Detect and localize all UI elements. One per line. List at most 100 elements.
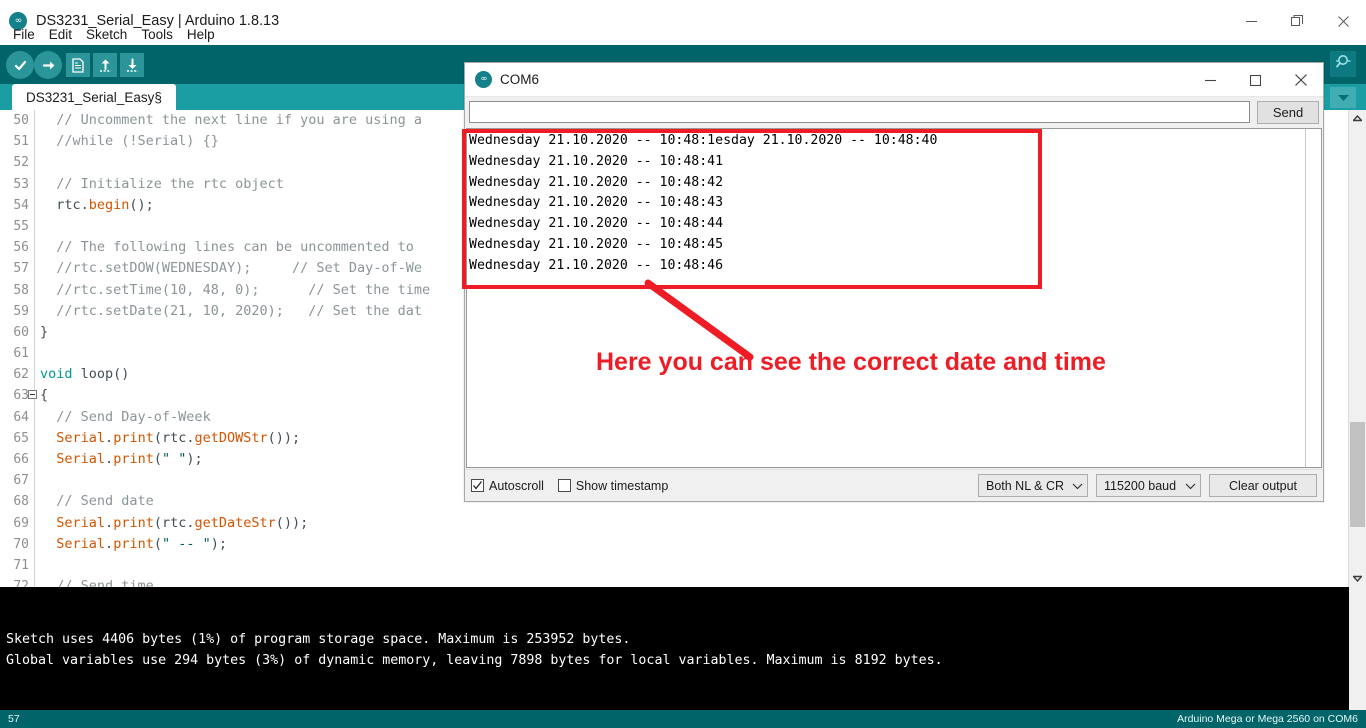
line-number: 66	[13, 452, 29, 467]
serial-monitor-window: ∞ COM6 Send Wednesday 21.10.2020 -- 10:4…	[464, 62, 1324, 502]
menu-tools[interactable]: Tools	[134, 26, 180, 43]
console-output: Sketch uses 4406 bytes (1%) of program s…	[0, 587, 1366, 710]
scrollbar-thumb[interactable]	[1350, 422, 1365, 527]
serial-output-area[interactable]: Wednesday 21.10.2020 -- 10:48:1esday 21.…	[466, 128, 1322, 468]
tab-label: DS3231_Serial_Easy§	[26, 89, 162, 105]
maximize-icon[interactable]	[1233, 63, 1278, 97]
code-text: // Initialize the rtc object	[56, 175, 284, 192]
code-text: // Send Day-of-Week	[56, 408, 211, 425]
line-number: 69	[13, 515, 29, 531]
chevron-down-icon	[1067, 482, 1087, 490]
code-text: Serial.print(rtc.getDateStr());	[56, 514, 309, 531]
tab-ds3231-serial-easy[interactable]: DS3231_Serial_Easy§	[12, 84, 176, 110]
clear-output-button[interactable]: Clear output	[1209, 474, 1317, 497]
code-text: Serial.print(rtc.getDOWStr());	[56, 429, 301, 446]
line-number: 59	[13, 303, 29, 319]
cursor-line-indicator: 57	[8, 713, 20, 725]
send-button[interactable]: Send	[1257, 100, 1319, 124]
line-number: 67	[13, 473, 29, 489]
serial-monitor-footer: Autoscroll Show timestamp Both NL & CR 1…	[465, 469, 1323, 501]
line-number: 72	[13, 579, 29, 587]
line-number: 52	[13, 155, 29, 171]
annotation-text: Here you can see the correct date and ti…	[596, 348, 1106, 376]
chevron-down-icon	[1180, 482, 1200, 490]
line-number: 58	[13, 282, 29, 298]
tab-dropdown-button[interactable]	[1330, 87, 1356, 108]
verify-button[interactable]	[6, 51, 34, 79]
arduino-infinity-icon: ∞	[475, 71, 492, 88]
line-number: 56	[13, 240, 29, 256]
console-scrollbar[interactable]	[1349, 587, 1366, 710]
serial-output-line: Wednesday 21.10.2020 -- 10:48:43	[469, 195, 724, 211]
code-line: 70 Serial.print(" -- ");	[0, 534, 1340, 555]
minimize-icon[interactable]	[1188, 63, 1233, 97]
autoscroll-checkbox[interactable]: Autoscroll	[471, 479, 544, 493]
line-number: 50	[13, 113, 29, 128]
arduino-ide-window: ∞ DS3231_Serial_Easy | Arduino 1.8.13 Fi…	[0, 0, 1366, 728]
serial-output-line: Wednesday 21.10.2020 -- 10:48:42	[469, 174, 724, 190]
close-icon[interactable]	[1278, 63, 1323, 97]
new-sketch-button[interactable]	[64, 51, 92, 79]
show-timestamp-checkbox[interactable]: Show timestamp	[557, 479, 668, 493]
serial-monitor-titlebar: ∞ COM6	[465, 63, 1323, 97]
code-fold-toggle-icon[interactable]	[28, 390, 37, 400]
line-ending-select[interactable]: Both NL & CR	[978, 474, 1088, 497]
code-text: // Send time	[56, 578, 154, 587]
line-number: 71	[13, 557, 29, 573]
console-line: Sketch uses 4406 bytes (1%) of program s…	[6, 632, 631, 647]
serial-output-line: Wednesday 21.10.2020 -- 10:48:45	[469, 236, 724, 252]
line-number: 62	[13, 367, 29, 383]
serial-monitor-title: COM6	[500, 72, 540, 87]
serial-output-scrollbar[interactable]	[1305, 129, 1321, 467]
upload-button[interactable]	[34, 51, 62, 79]
line-number: 53	[13, 176, 29, 192]
scroll-down-icon[interactable]	[1349, 570, 1366, 587]
serial-monitor-button[interactable]	[1330, 51, 1356, 77]
line-number: 61	[13, 346, 29, 362]
line-number: 57	[13, 261, 29, 277]
line-number: 55	[13, 218, 29, 234]
baud-rate-select[interactable]: 115200 baud	[1096, 474, 1201, 497]
menu-file[interactable]: File	[6, 26, 42, 43]
code-text: rtc.begin();	[40, 196, 154, 213]
serial-output-line: Wednesday 21.10.2020 -- 10:48:44	[469, 216, 724, 232]
console-line: Global variables use 294 bytes (3%) of d…	[6, 653, 943, 668]
menu-edit[interactable]: Edit	[42, 26, 79, 43]
line-number: 64	[13, 409, 29, 425]
board-port-indicator: Arduino Mega or Mega 2560 on COM6	[1177, 713, 1358, 725]
code-text: // The following lines can be uncommente…	[56, 239, 414, 256]
checkbox-box	[471, 479, 484, 492]
code-text: //rtc.setDate(21, 10, 2020); // Set the …	[56, 302, 423, 319]
code-text: void loop()	[40, 366, 130, 383]
serial-send-row: Send	[465, 97, 1323, 127]
serial-output-lines: Wednesday 21.10.2020 -- 10:48:1esday 21.…	[469, 131, 937, 277]
save-sketch-button[interactable]	[118, 51, 146, 79]
line-number: 70	[13, 536, 29, 552]
arrow-up-icon	[93, 53, 117, 77]
arrow-down-icon	[120, 53, 144, 77]
editor-scrollbar[interactable]	[1348, 110, 1366, 587]
serial-send-input[interactable]	[469, 101, 1250, 123]
line-number: 68	[13, 494, 29, 510]
code-text: Serial.print(" ");	[56, 451, 203, 467]
scroll-up-icon[interactable]	[1349, 110, 1366, 127]
checkbox-box	[557, 479, 571, 492]
menu-help[interactable]: Help	[180, 26, 222, 43]
code-line: 71	[0, 555, 1340, 576]
statusbar: 57 Arduino Mega or Mega 2560 on COM6	[0, 710, 1366, 728]
code-text: //rtc.setTime(10, 48, 0); // Set the tim…	[56, 281, 431, 298]
serial-output-line: Wednesday 21.10.2020 -- 10:48:46	[469, 257, 724, 273]
menu-sketch[interactable]: Sketch	[79, 26, 134, 43]
arrow-right-icon	[34, 51, 62, 79]
code-line: 69 Serial.print(rtc.getDateStr());	[0, 513, 1340, 534]
code-text: // Send date	[56, 493, 154, 510]
magnifier-icon	[1335, 53, 1352, 75]
code-line: 72 // Send time	[0, 576, 1340, 587]
code-text: //rtc.setDOW(WEDNESDAY); // Set Day-of-W…	[56, 260, 423, 277]
check-icon	[6, 51, 34, 79]
open-sketch-button[interactable]	[91, 51, 119, 79]
